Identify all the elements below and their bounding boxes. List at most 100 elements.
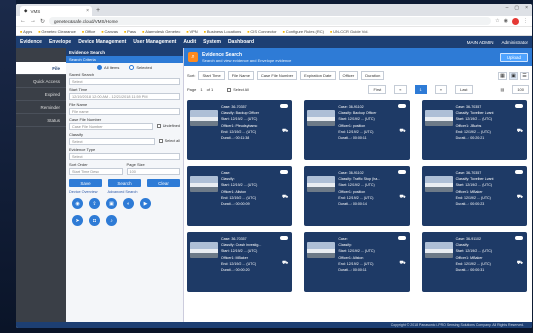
- vehicle-icon[interactable]: ⛟: [517, 260, 523, 267]
- radio-all-items[interactable]: All Items: [97, 65, 119, 70]
- save-button[interactable]: Save: [69, 179, 102, 187]
- start-time-input[interactable]: 12/19/2018 12:00 AM - 12/21/2018 11:59 P…: [69, 93, 180, 100]
- evidence-card[interactable]: Case: Classify: Start: 12/19/2 ... (UTC)…: [304, 232, 410, 292]
- evidence-thumbnail[interactable]: [307, 242, 336, 258]
- classify-select[interactable]: Select: [69, 138, 155, 145]
- bookmark-item[interactable]: Apps: [20, 29, 32, 34]
- bookmark-item[interactable]: UN-CCR Guide Vol.: [330, 29, 368, 34]
- results-page-size-select[interactable]: 100: [512, 85, 529, 94]
- bookmark-item[interactable]: Office: [82, 29, 95, 34]
- clear-button[interactable]: Clear: [147, 179, 180, 187]
- select-all-results-checkbox[interactable]: Select All: [227, 87, 249, 92]
- evidence-card[interactable]: Case: 36-70357 Classify: Tovelber Lvant …: [421, 166, 527, 226]
- photo-icon[interactable]: ◐: [123, 198, 134, 209]
- profile-icon[interactable]: [512, 17, 519, 25]
- url-input[interactable]: genetec&safe.cloud/VMS/Home: [49, 17, 492, 25]
- leftnav-item-reminder[interactable]: Reminder: [16, 101, 66, 114]
- advanced-search-link[interactable]: Advanced Search: [107, 190, 137, 194]
- user-name[interactable]: Administrator: [501, 40, 528, 45]
- evidence-card[interactable]: Case: 36-70357 Classify: Tovelber Lvant …: [421, 100, 527, 160]
- evidence-thumbnail[interactable]: [424, 242, 453, 258]
- search-button[interactable]: Search: [108, 179, 141, 187]
- evidence-thumbnail[interactable]: [307, 110, 336, 126]
- bookmark-item[interactable]: Alarmdesk Genetec: [142, 29, 180, 34]
- sort-duration[interactable]: Duration: [361, 71, 385, 80]
- evidence-thumbnail[interactable]: [424, 176, 453, 192]
- back-icon[interactable]: ←: [20, 18, 26, 24]
- evidence-thumbnail[interactable]: [424, 110, 453, 126]
- card-select-toggle[interactable]: [515, 236, 523, 240]
- evidence-type-select[interactable]: Select: [69, 153, 180, 160]
- tile-view-icon[interactable]: ▣: [509, 71, 518, 80]
- first-page-button[interactable]: First: [368, 85, 387, 94]
- card-select-toggle[interactable]: [397, 104, 406, 108]
- bookmark-item[interactable]: Business Locations: [204, 29, 241, 34]
- next-page-button[interactable]: »: [434, 85, 447, 94]
- leftnav-item-expired[interactable]: Expired: [16, 88, 66, 101]
- nav-system[interactable]: System: [203, 39, 221, 45]
- card-select-toggle[interactable]: [397, 170, 406, 174]
- sort-case-number[interactable]: Case File Number: [256, 71, 298, 80]
- upload-button[interactable]: Upload: [499, 52, 528, 62]
- close-window-icon[interactable]: ×: [525, 5, 528, 11]
- sort-expiration-date[interactable]: Expiration Date: [300, 71, 336, 80]
- star-icon[interactable]: ☆: [495, 18, 499, 25]
- select-all-checkbox[interactable]: Select all: [158, 139, 180, 143]
- evidence-card[interactable]: Case: 36-91102 Classify: Start: 12/19/2 …: [421, 232, 527, 292]
- evidence-card[interactable]: Case: 36-91102 Classify: Traffic Stop (h…: [304, 166, 410, 226]
- saved-search-select[interactable]: Select: [69, 78, 180, 85]
- bookmark-item[interactable]: VPN: [186, 29, 197, 34]
- file-name-input[interactable]: File name: [69, 108, 180, 115]
- menu-icon[interactable]: ⋮: [523, 18, 528, 25]
- new-tab-icon[interactable]: +: [96, 6, 100, 16]
- prev-page-button[interactable]: «: [394, 85, 407, 94]
- case-number-input[interactable]: Case File Number: [69, 123, 153, 130]
- card-select-toggle[interactable]: [280, 236, 289, 240]
- evidence-card[interactable]: Case: 36-91102 Classify: Backup Officer …: [304, 100, 410, 160]
- evidence-thumbnail[interactable]: [190, 176, 218, 192]
- page-size-select[interactable]: 100: [126, 168, 180, 175]
- undefined-checkbox[interactable]: Undefined: [156, 124, 180, 128]
- radio-selected[interactable]: Selected: [129, 65, 152, 70]
- card-select-toggle[interactable]: [515, 104, 523, 108]
- evidence-thumbnail[interactable]: [190, 110, 218, 126]
- vehicle-icon[interactable]: ⛟: [282, 260, 288, 267]
- last-page-button[interactable]: Last: [454, 85, 473, 94]
- bodycam-icon[interactable]: ◘: [89, 215, 100, 226]
- audio-icon[interactable]: ♪: [106, 215, 117, 226]
- grid-view-icon[interactable]: ▦: [498, 71, 507, 80]
- vehicle-icon[interactable]: ⛟: [517, 128, 523, 135]
- nav-dashboard[interactable]: Dashboard: [228, 39, 254, 45]
- device-overview-link[interactable]: Device Overview: [69, 190, 97, 194]
- bookmark-item[interactable]: Configure Rules (RC): [283, 29, 324, 34]
- extension-icon[interactable]: ◉: [504, 18, 508, 25]
- minimize-icon[interactable]: –: [506, 5, 509, 11]
- vehicle-icon[interactable]: ⛟: [282, 128, 288, 135]
- bookmark-item[interactable]: Pass: [124, 29, 136, 34]
- sort-order-select[interactable]: Start Time Desc: [69, 168, 123, 175]
- nav-user-management[interactable]: User Management: [133, 39, 176, 45]
- sort-file-name[interactable]: File Name: [227, 71, 254, 80]
- bookmark-item[interactable]: CIS Connector: [247, 29, 276, 34]
- nav-audit[interactable]: Audit: [183, 39, 196, 45]
- maximize-icon[interactable]: ▢: [514, 5, 519, 11]
- leftnav-item-status[interactable]: Status: [16, 114, 66, 127]
- bookmark-item[interactable]: Genetec Clearance: [38, 29, 75, 34]
- card-select-toggle[interactable]: [515, 170, 523, 174]
- evidence-card[interactable]: Case: 36-70357 Classify: Crash investig.…: [187, 232, 293, 292]
- card-select-toggle[interactable]: [280, 104, 289, 108]
- evidence-card[interactable]: Case: Classify: Start: 12/19/2 ... (UTC)…: [187, 166, 293, 226]
- card-select-toggle[interactable]: [397, 236, 406, 240]
- browser-tab[interactable]: ◆ VMS ×: [20, 6, 92, 16]
- forward-icon[interactable]: →: [30, 18, 36, 24]
- card-select-toggle[interactable]: [280, 170, 289, 174]
- evidence-thumbnail[interactable]: [190, 242, 218, 258]
- vehicle-icon[interactable]: ⛟: [399, 128, 405, 135]
- vehicle-icon[interactable]: ⛟: [517, 194, 523, 201]
- vehicle-icon[interactable]: ⛟: [282, 194, 288, 201]
- reload-icon[interactable]: ↻: [40, 18, 45, 25]
- nav-device-management[interactable]: Device Management: [78, 39, 126, 45]
- leftnav-item-quick-access[interactable]: Quick Access: [16, 75, 66, 88]
- calendar-icon[interactable]: ▤: [501, 87, 505, 92]
- close-tab-icon[interactable]: ×: [86, 8, 89, 14]
